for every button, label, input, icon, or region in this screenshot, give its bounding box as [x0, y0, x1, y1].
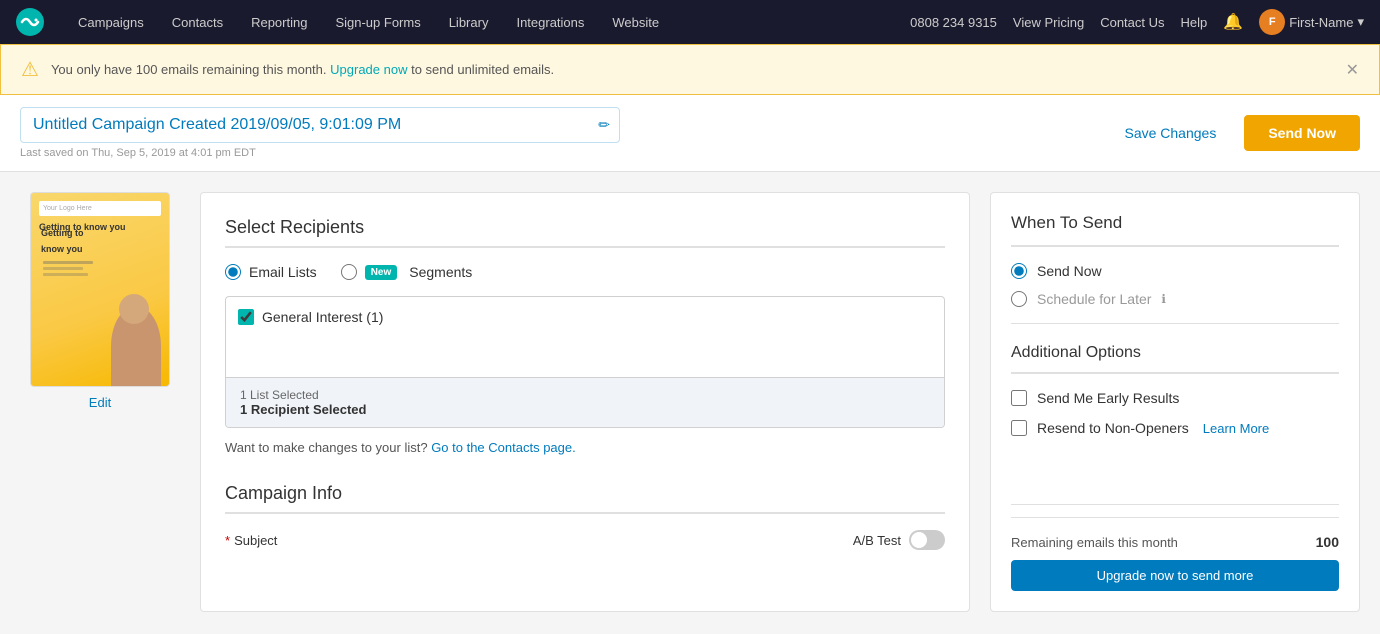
warning-icon: ⚠: [21, 57, 39, 82]
campaign-info-section: Campaign Info * Subject A/B Test: [225, 483, 945, 550]
list-box: General Interest (1) 1 List Selected 1 R…: [225, 296, 945, 428]
non-openers-checkbox[interactable]: [1011, 420, 1027, 436]
upgrade-button[interactable]: Upgrade now to send more: [1011, 560, 1339, 591]
user-name: First-Name: [1289, 15, 1353, 30]
nav-website[interactable]: Website: [598, 0, 673, 44]
nav-phone: 0808 234 9315: [910, 15, 997, 30]
preview-panel: Your Logo Here Getting to know you Getti…: [20, 192, 180, 612]
nav-view-pricing[interactable]: View Pricing: [1013, 15, 1084, 30]
recipient-type-radio-group: Email Lists New Segments: [225, 264, 945, 280]
radio-segments-label: Segments: [409, 264, 472, 280]
ab-test-row: A/B Test: [853, 530, 945, 550]
early-results-option[interactable]: Send Me Early Results: [1011, 390, 1339, 406]
recipient-selected-count: 1 Recipient Selected: [240, 402, 930, 417]
schedule-later-label: Schedule for Later: [1037, 291, 1151, 307]
remaining-label: Remaining emails this month: [1011, 535, 1178, 550]
select-recipients-section: Select Recipients Email Lists New Segmen…: [225, 217, 945, 455]
campaign-title-wrap: ✏ Last saved on Thu, Sep 5, 2019 at 4:01…: [20, 107, 1108, 159]
radio-email-lists[interactable]: Email Lists: [225, 264, 317, 280]
nav-help[interactable]: Help: [1181, 15, 1208, 30]
header-actions: Save Changes Send Now: [1108, 115, 1360, 151]
early-results-checkbox[interactable]: [1011, 390, 1027, 406]
right-panel: When To Send Send Now Schedule for Later…: [990, 192, 1360, 612]
contacts-link-text: Want to make changes to your list? Go to…: [225, 440, 945, 455]
send-now-radio[interactable]: [1011, 263, 1027, 279]
early-results-label: Send Me Early Results: [1037, 390, 1179, 406]
last-saved: Last saved on Thu, Sep 5, 2019 at 4:01 p…: [20, 147, 1108, 159]
learn-more-link[interactable]: Learn More: [1203, 421, 1269, 436]
toggle-knob: [911, 532, 927, 548]
user-menu[interactable]: F First-Name ▾: [1259, 9, 1364, 35]
upgrade-now-link[interactable]: Upgrade now: [330, 62, 407, 77]
banner-text: You only have 100 emails remaining this …: [51, 62, 1334, 77]
nav-links: Campaigns Contacts Reporting Sign-up For…: [64, 0, 910, 44]
save-changes-button[interactable]: Save Changes: [1108, 117, 1232, 149]
nav-integrations[interactable]: Integrations: [502, 0, 598, 44]
edit-link[interactable]: Edit: [89, 395, 111, 410]
additional-options-title: Additional Options: [1011, 344, 1339, 374]
campaign-title-input[interactable]: [20, 107, 620, 143]
new-badge: New: [365, 265, 398, 280]
nav-contacts[interactable]: Contacts: [158, 0, 237, 44]
send-now-option[interactable]: Send Now: [1011, 263, 1339, 279]
radio-segments[interactable]: New Segments: [341, 264, 473, 280]
campaign-title-container: ✏: [20, 107, 620, 143]
remaining-row: Remaining emails this month 100: [1011, 517, 1339, 550]
divider: [1011, 323, 1339, 324]
ab-test-toggle[interactable]: [909, 530, 945, 550]
send-now-button[interactable]: Send Now: [1244, 115, 1360, 151]
radio-segments-input[interactable]: [341, 264, 357, 280]
non-openers-label: Resend to Non-Openers: [1037, 420, 1189, 436]
subject-required-marker: *: [225, 533, 230, 548]
preview-thumbnail: Your Logo Here Getting to know you Getti…: [30, 192, 170, 387]
subject-label: Subject: [234, 533, 277, 548]
edit-pencil-icon[interactable]: ✏: [598, 117, 610, 134]
nav-contact-us[interactable]: Contact Us: [1100, 15, 1164, 30]
campaign-info-title: Campaign Info: [225, 483, 945, 514]
avatar: F: [1259, 9, 1285, 35]
banner-close-button[interactable]: ✕: [1346, 60, 1359, 80]
logo[interactable]: [16, 8, 44, 36]
contacts-page-link[interactable]: Go to the Contacts page.: [431, 440, 576, 455]
nav-library[interactable]: Library: [435, 0, 503, 44]
schedule-later-option[interactable]: Schedule for Later ℹ: [1011, 291, 1339, 307]
remaining-count: 100: [1316, 534, 1339, 550]
list-footer: 1 List Selected 1 Recipient Selected: [226, 377, 944, 427]
nav-campaigns[interactable]: Campaigns: [64, 0, 158, 44]
ab-test-label: A/B Test: [853, 533, 901, 548]
nav-reporting[interactable]: Reporting: [237, 0, 321, 44]
bell-icon[interactable]: 🔔: [1223, 12, 1243, 32]
navigation: Campaigns Contacts Reporting Sign-up For…: [0, 0, 1380, 44]
nav-signup-forms[interactable]: Sign-up Forms: [321, 0, 434, 44]
page-header: ✏ Last saved on Thu, Sep 5, 2019 at 4:01…: [0, 95, 1380, 172]
list-items: General Interest (1): [226, 297, 944, 377]
send-now-label: Send Now: [1037, 263, 1102, 279]
list-selected-count: 1 List Selected: [240, 388, 930, 402]
radio-email-lists-label: Email Lists: [249, 264, 317, 280]
schedule-later-radio[interactable]: [1011, 291, 1027, 307]
general-interest-checkbox[interactable]: [238, 309, 254, 325]
subject-row: * Subject A/B Test: [225, 530, 945, 550]
nav-right: 0808 234 9315 View Pricing Contact Us He…: [910, 9, 1364, 35]
chevron-down-icon: ▾: [1357, 14, 1364, 30]
main-content: Your Logo Here Getting to know you Getti…: [0, 172, 1380, 632]
info-icon: ℹ: [1161, 292, 1166, 306]
list-item-label: General Interest (1): [262, 309, 383, 325]
non-openers-option[interactable]: Resend to Non-Openers Learn More: [1011, 420, 1339, 436]
warning-banner: ⚠ You only have 100 emails remaining thi…: [0, 44, 1380, 95]
when-to-send-title: When To Send: [1011, 213, 1339, 247]
radio-email-lists-input[interactable]: [225, 264, 241, 280]
list-item[interactable]: General Interest (1): [238, 309, 932, 325]
center-panel: Select Recipients Email Lists New Segmen…: [200, 192, 970, 612]
preview-logo: Your Logo Here: [39, 201, 161, 216]
select-recipients-title: Select Recipients: [225, 217, 945, 248]
